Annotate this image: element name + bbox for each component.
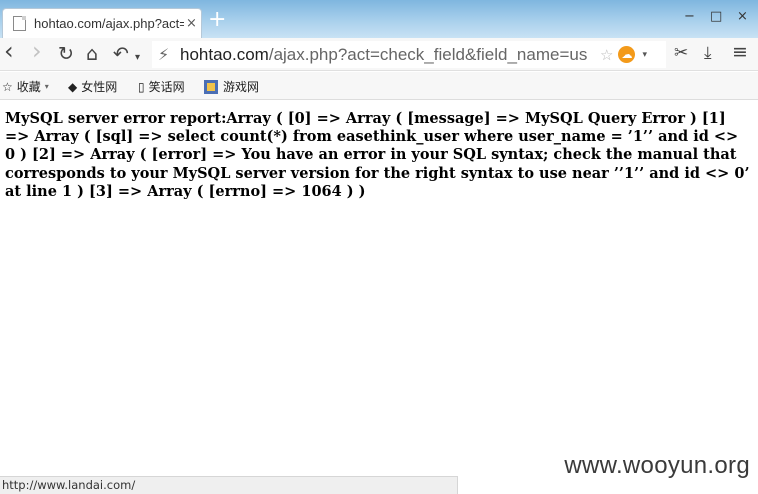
bookmark-star-icon[interactable]: ☆	[600, 46, 613, 64]
cloud-icon[interactable]: ☁	[618, 46, 636, 63]
bookmark-label: 女性网	[81, 80, 118, 94]
url-path: /ajax.php?act=check_field&field_name=us	[268, 44, 588, 64]
home-icon[interactable]: ⌂	[86, 43, 98, 65]
undo-icon[interactable]: ↶	[113, 43, 129, 65]
url-host: hohtao.com	[180, 44, 269, 64]
watermark: www.wooyun.org	[564, 452, 750, 479]
game-icon	[204, 79, 218, 94]
minimize-icon[interactable]: −	[684, 9, 695, 24]
chevron-down-icon: ▾	[44, 82, 49, 91]
reload-icon[interactable]: ↻	[58, 43, 74, 65]
menu-icon[interactable]: ≡	[732, 41, 748, 63]
forward-icon[interactable]: ›	[32, 39, 42, 63]
address-bar[interactable]: ⚡ hohtao.com/ajax.php?act=check_field&fi…	[152, 41, 666, 68]
new-tab-button[interactable]: +	[208, 9, 226, 31]
scissors-icon[interactable]: ✂	[674, 43, 688, 63]
undo-dropdown-icon[interactable]: ▾	[135, 47, 140, 69]
title-bar: hohtao.com/ajax.php?act= × + − □ ×	[0, 0, 758, 38]
status-bar-url: http://www.landai.com/	[0, 476, 458, 494]
url-text[interactable]: hohtao.com/ajax.php?act=check_field&fiel…	[180, 45, 598, 65]
bookmark-label: 收藏	[16, 80, 41, 94]
bookmark-women-site[interactable]: ◆ 女性网	[68, 78, 117, 95]
navigation-bar: ‹ › ↻ ⌂ ↶ ▾ ⚡ hohtao.com/ajax.php?act=ch…	[0, 38, 758, 71]
bookmark-favorites[interactable]: ☆ 收藏 ▾	[2, 78, 49, 95]
bookmark-label: 游戏网	[223, 80, 260, 94]
site-icon: ◆	[68, 79, 78, 94]
page-icon: ▯	[138, 79, 145, 94]
browser-tab[interactable]: hohtao.com/ajax.php?act= ×	[2, 8, 202, 38]
download-icon[interactable]: ⤓	[704, 43, 712, 63]
maximize-icon[interactable]: □	[710, 9, 722, 24]
error-report-text: MySQL server error report:Array ( [0] =>…	[5, 110, 755, 200]
bookmark-jokes-site[interactable]: ▯ 笑话网	[138, 78, 185, 95]
lightning-icon: ⚡	[158, 45, 170, 64]
close-window-icon[interactable]: ×	[737, 9, 748, 24]
bookmark-label: 笑话网	[148, 80, 185, 94]
back-icon[interactable]: ‹	[4, 39, 14, 63]
tab-close-icon[interactable]: ×	[186, 16, 197, 31]
bookmarks-bar: ☆ 收藏 ▾ ◆ 女性网 ▯ 笑话网 游戏网	[0, 72, 758, 100]
star-icon: ☆	[2, 79, 13, 94]
tab-title: hohtao.com/ajax.php?act=	[34, 16, 184, 31]
address-dropdown-icon[interactable]: ▾	[642, 50, 647, 60]
page-icon	[13, 16, 26, 31]
bookmark-games-site[interactable]: 游戏网	[204, 78, 259, 95]
